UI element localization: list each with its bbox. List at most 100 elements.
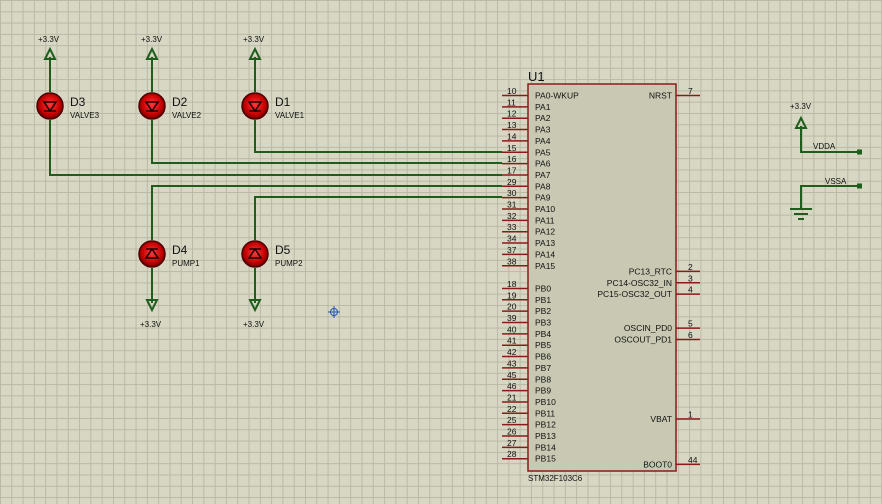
led-d5-ref: D5	[275, 243, 291, 257]
ic-pin-number: 11	[507, 97, 516, 107]
ic-pin-label: PA8	[535, 181, 551, 191]
ic-pin-label: PB9	[535, 386, 551, 396]
ic-pin-number: 15	[507, 143, 517, 153]
ic-pin-label: PB12	[535, 420, 556, 430]
ic-pin-number: 45	[507, 370, 517, 380]
ic-u1[interactable]: U1 STM32F103C6 10 PA0-WKUP11 PA112 PA213 PA3…	[502, 69, 700, 483]
ic-pin-number: 4	[688, 285, 693, 295]
ic-pin-label: PB15	[535, 454, 556, 464]
ic-pin-number: 37	[507, 245, 517, 255]
ic-pin-label: PA5	[535, 147, 551, 157]
ic-pin-label: PB1	[535, 295, 551, 305]
power-down-arrows	[145, 299, 262, 313]
ic-pin-label: OSCOUT_PD1	[614, 335, 672, 345]
ic-pin-label: PA11	[535, 215, 555, 225]
power-label-d1: +3.3V	[243, 35, 265, 44]
ic-pin-number: 28	[507, 449, 517, 459]
ic-pin-number: 26	[507, 427, 517, 437]
ic-pin-number: 30	[507, 188, 517, 198]
ic-pin-label: PA3	[535, 125, 551, 135]
ic-pin-number: 1	[688, 409, 693, 419]
led-labels: D3 VALVE3 D2 VALVE2 D1 VALVE1 D4 PUMP1 D…	[70, 95, 305, 268]
ic-pin-number: 10	[507, 86, 517, 96]
ic-pin-label: BOOT0	[643, 459, 672, 469]
led-d3[interactable]	[36, 92, 64, 120]
ic-pin-number: 29	[507, 177, 517, 187]
ic-pin-number: 34	[507, 234, 517, 244]
ic-ref: U1	[528, 69, 545, 84]
ground-icon	[790, 208, 812, 220]
ic-pin-label: PB14	[535, 442, 556, 452]
ic-pin-number: 43	[507, 358, 517, 368]
ic-pin-label: PA7	[535, 170, 551, 180]
ic-pin-number: 22	[507, 404, 517, 414]
ic-pin-number: 41	[507, 336, 517, 346]
ic-pin-number: 13	[507, 120, 517, 130]
power-label-d3: +3.3V	[38, 35, 60, 44]
ic-pin-label: PB11	[535, 408, 555, 418]
ic-pin-label: PC13_RTC	[629, 266, 672, 276]
led-d1[interactable]	[241, 92, 269, 120]
ic-pin-number: 40	[507, 324, 517, 334]
ic-pin-number: 19	[507, 290, 517, 300]
power-label-d2: +3.3V	[141, 35, 163, 44]
ic-pin-number: 38	[507, 256, 517, 266]
ic-pin-number: 44	[688, 455, 698, 465]
wire-d5-pa9	[254, 196, 502, 240]
ic-pin-label: VBAT	[650, 414, 672, 424]
net-terminals	[857, 149, 862, 189]
power-label-vdda: +3.3V	[790, 102, 812, 111]
ic-pin-label: OSCIN_PD0	[624, 323, 672, 333]
ic-pin-label: PB10	[535, 397, 556, 407]
led-d2[interactable]	[138, 92, 166, 120]
ic-pin-number: 46	[507, 381, 517, 391]
wire-vssa	[800, 185, 860, 208]
ic-pin-number: 20	[507, 302, 517, 312]
power-label-d4: +3.3V	[140, 320, 162, 329]
ic-pin-label: PB13	[535, 431, 556, 441]
ic-pin-number: 31	[507, 200, 517, 210]
ic-part: STM32F103C6	[528, 474, 583, 483]
ic-pin-label: PA4	[535, 136, 551, 146]
led-d2-value: VALVE2	[172, 111, 202, 120]
ic-pin-number: 6	[688, 330, 693, 340]
ic-pin-label: PB3	[535, 318, 551, 328]
ic-pin-number: 16	[507, 154, 517, 164]
wire-d2-pa6	[151, 120, 502, 164]
schematic-canvas: +3.3V +3.3V +3.3V +3.3V +3.3V +3.3V VDDA…	[36, 35, 862, 483]
ic-pin-label: PB5	[535, 340, 551, 350]
ic-pin-label: PB8	[535, 374, 551, 384]
led-d1-value: VALVE1	[275, 111, 305, 120]
ic-pin-number: 25	[507, 415, 517, 425]
ic-pin-label: PB7	[535, 363, 551, 373]
wire-d1-pa5	[254, 120, 502, 153]
ic-pin-label: PC14-OSC32_IN	[607, 278, 672, 288]
led-d5-value: PUMP2	[275, 259, 303, 268]
power-label-d5: +3.3V	[243, 320, 265, 329]
ic-pin-label: PA0-WKUP	[535, 91, 579, 101]
ic-pin-number: 32	[507, 211, 517, 221]
ic-pin-label: PB4	[535, 329, 551, 339]
ic-pin-number: 5	[688, 319, 693, 329]
ic-pin-label: PA2	[535, 113, 551, 123]
led-d1-ref: D1	[275, 95, 291, 109]
crosshair-icon	[328, 306, 340, 318]
ic-pin-label: PA14	[535, 249, 555, 259]
ic-pin-label: PA9	[535, 193, 551, 203]
wire-d3-pa7	[49, 120, 502, 176]
led-d4[interactable]	[138, 240, 166, 268]
power-labels: +3.3V +3.3V +3.3V +3.3V +3.3V +3.3V VDDA…	[38, 35, 847, 329]
vssa-label: VSSA	[825, 177, 847, 186]
led-d4-ref: D4	[172, 243, 188, 257]
ic-pin-label: PB0	[535, 283, 551, 293]
led-d5[interactable]	[241, 240, 269, 268]
led-d2-ref: D2	[172, 95, 188, 109]
ic-pin-number: 17	[507, 165, 517, 175]
ic-pin-number: 42	[507, 347, 517, 357]
ic-pin-label: PA15	[535, 261, 555, 271]
led-d4-value: PUMP1	[172, 259, 200, 268]
ic-pin-number: 14	[507, 131, 517, 141]
ic-pin-label: PA10	[535, 204, 555, 214]
ic-pin-number: 21	[507, 392, 517, 402]
vssa-terminal	[857, 183, 862, 189]
